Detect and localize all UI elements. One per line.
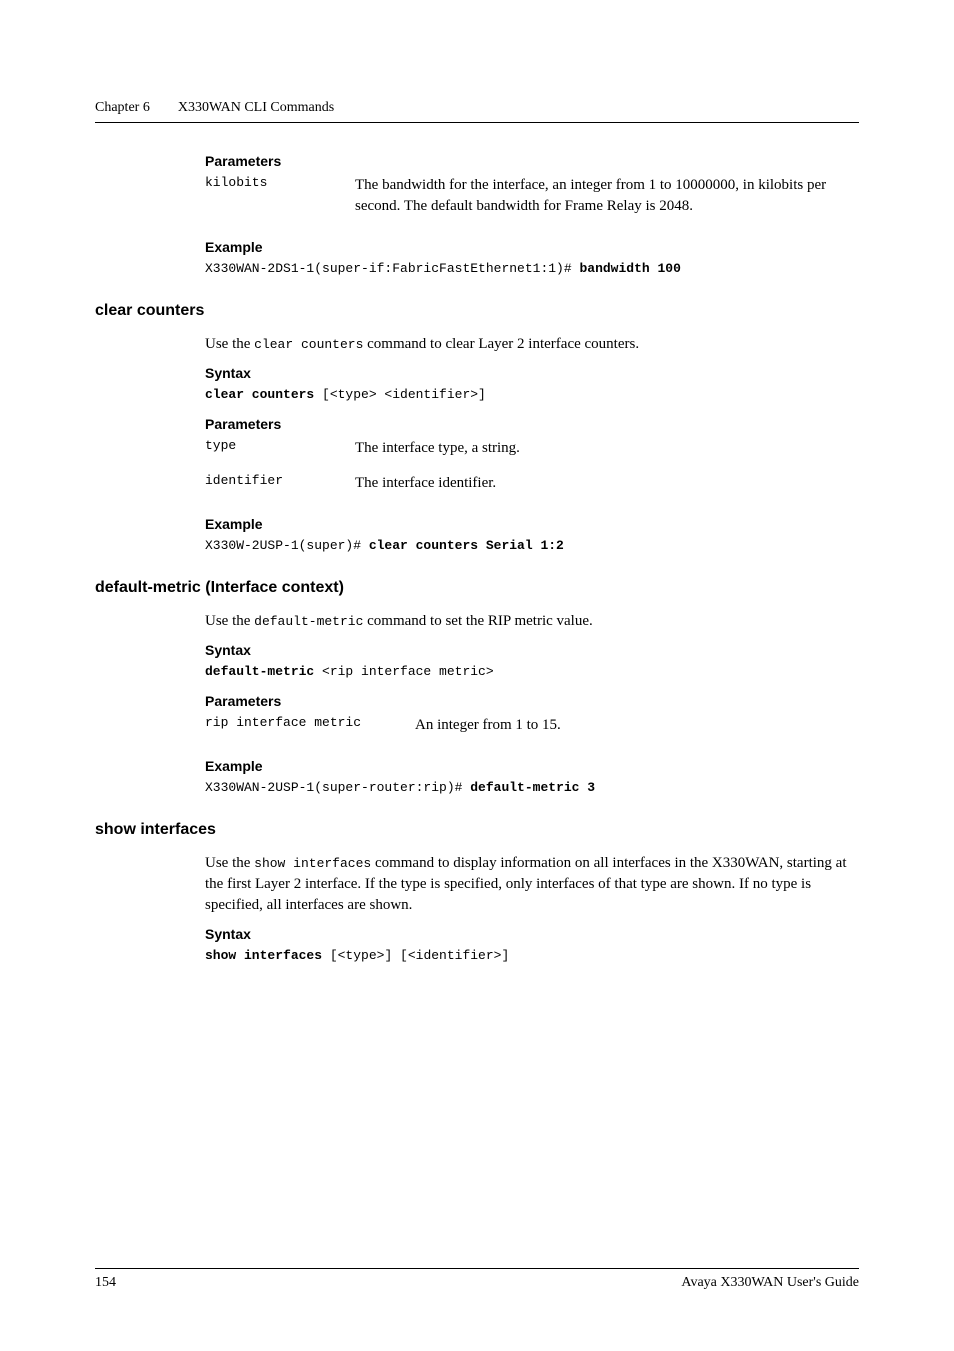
clear-counters-heading: clear counters [95, 302, 859, 320]
param-row: identifier The interface identifier. [205, 473, 859, 494]
default-metric-syntax: default-metric <rip interface metric> [205, 664, 859, 679]
default-metric-syntax-heading: Syntax [205, 642, 859, 658]
show-interfaces-syntax-heading: Syntax [205, 926, 859, 942]
example-prompt: X330WAN-2USP-1(super-router:rip)# [205, 780, 470, 795]
example-prompt: X330WAN-2DS1-1(super-if:FabricFastEthern… [205, 261, 579, 276]
syntax-bold: clear counters [205, 387, 314, 402]
param-row: rip interface metric An integer from 1 t… [205, 715, 859, 736]
param-desc-rip-metric: An integer from 1 to 15. [415, 715, 859, 736]
default-metric-example-code: X330WAN-2USP-1(super-router:rip)# defaul… [205, 780, 859, 795]
param-name-identifier: identifier [205, 473, 355, 494]
syntax-rest: <rip interface metric> [314, 664, 493, 679]
example-cmd: bandwidth 100 [579, 261, 680, 276]
example-prompt: X330W-2USP-1(super)# [205, 538, 369, 553]
bandwidth-params-heading: Parameters [205, 153, 859, 169]
clear-counters-syntax: clear counters [<type> <identifier>] [205, 387, 859, 402]
param-name-rip-metric: rip interface metric [205, 715, 415, 736]
page-footer: 154 Avaya X330WAN User's Guide [95, 1268, 859, 1291]
page-header: Chapter 6 X330WAN CLI Commands [95, 100, 859, 123]
param-desc-identifier: The interface identifier. [355, 473, 859, 494]
intro-post: command to set the RIP metric value. [363, 613, 592, 629]
clear-counters-syntax-heading: Syntax [205, 365, 859, 381]
param-row: kilobits The bandwidth for the interface… [205, 175, 859, 217]
example-cmd: default-metric 3 [470, 780, 595, 795]
default-metric-intro: Use the default-metric command to set th… [205, 611, 859, 632]
header-chapter: Chapter 6 [95, 100, 150, 116]
default-metric-example-heading: Example [205, 758, 859, 774]
param-desc-kilobits: The bandwidth for the interface, an inte… [355, 175, 859, 217]
bandwidth-example-code: X330WAN-2DS1-1(super-if:FabricFastEthern… [205, 261, 859, 276]
clear-counters-example-code: X330W-2USP-1(super)# clear counters Seri… [205, 538, 859, 553]
param-name-kilobits: kilobits [205, 175, 355, 217]
param-name-type: type [205, 438, 355, 459]
intro-code: show interfaces [254, 856, 371, 871]
intro-pre: Use the [205, 336, 254, 352]
clear-counters-params-heading: Parameters [205, 416, 859, 432]
default-metric-params-heading: Parameters [205, 693, 859, 709]
default-metric-heading: default-metric (Interface context) [95, 579, 859, 597]
header-title: X330WAN CLI Commands [178, 100, 334, 116]
show-interfaces-syntax: show interfaces [<type>] [<identifier>] [205, 948, 859, 963]
intro-code: default-metric [254, 614, 363, 629]
syntax-rest: [<type> <identifier>] [314, 387, 486, 402]
clear-counters-example-heading: Example [205, 516, 859, 532]
show-interfaces-intro: Use the show interfaces command to displ… [205, 853, 859, 916]
example-cmd: clear counters Serial 1:2 [369, 538, 564, 553]
footer-guide-title: Avaya X330WAN User's Guide [681, 1275, 859, 1291]
syntax-bold: default-metric [205, 664, 314, 679]
show-interfaces-heading: show interfaces [95, 821, 859, 839]
syntax-bold: show interfaces [205, 948, 322, 963]
param-row: type The interface type, a string. [205, 438, 859, 459]
intro-pre: Use the [205, 613, 254, 629]
bandwidth-example-heading: Example [205, 239, 859, 255]
intro-code: clear counters [254, 337, 363, 352]
syntax-rest: [<type>] [<identifier>] [322, 948, 509, 963]
intro-pre: Use the [205, 855, 254, 871]
param-desc-type: The interface type, a string. [355, 438, 859, 459]
clear-counters-intro: Use the clear counters command to clear … [205, 334, 859, 355]
footer-page-number: 154 [95, 1275, 116, 1291]
intro-post: command to clear Layer 2 interface count… [363, 336, 639, 352]
